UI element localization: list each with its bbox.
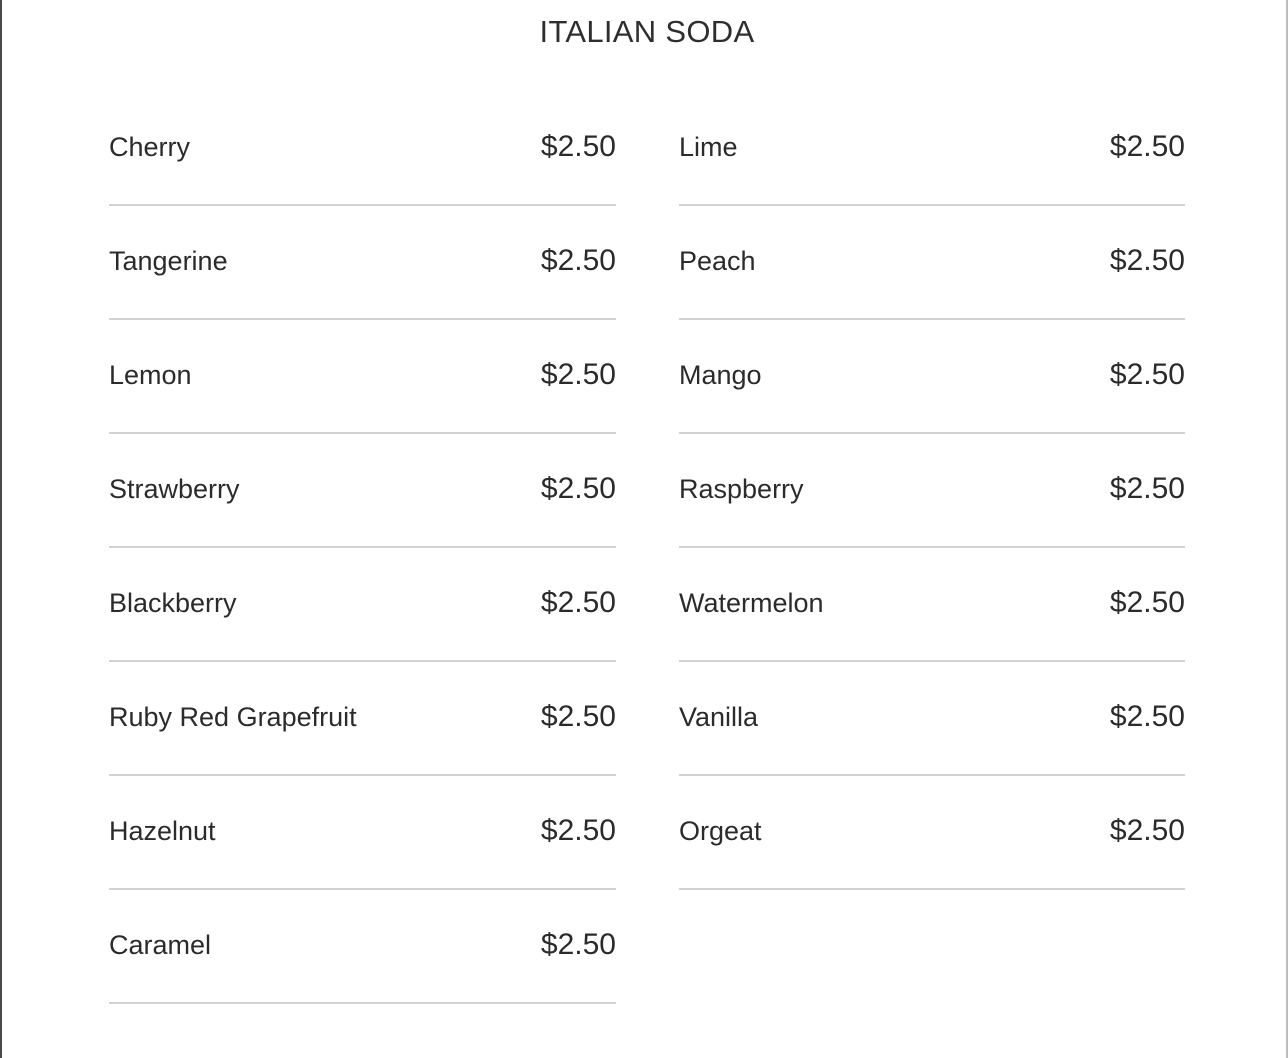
menu-item-price: $2.50 [1109,472,1185,505]
menu-item-price: $2.50 [1109,700,1185,733]
menu-column-left: Cherry $2.50 Tangerine $2.50 Lemon $2.50… [109,92,616,1004]
menu-item-name: Cherry [109,132,191,162]
menu-page: ITALIAN SODA Cherry $2.50 Tangerine $2.5… [0,0,1288,1058]
menu-item-name: Peach [679,246,756,276]
menu-item-name: Orgeat [679,816,762,846]
menu-item-name: Ruby Red Grapefruit [109,702,357,732]
menu-item-price: $2.50 [1109,244,1185,277]
menu-item-name: Blackberry [109,588,237,618]
menu-item-price: $2.50 [540,928,616,961]
menu-item-name: Watermelon [679,588,824,618]
menu-title: ITALIAN SODA [539,14,755,49]
menu-item: Raspberry $2.50 [679,434,1185,548]
menu-item: Ruby Red Grapefruit $2.50 [109,662,616,776]
menu-item-price: $2.50 [540,358,616,391]
menu-item: Caramel $2.50 [109,890,616,1004]
menu-item-name: Caramel [109,930,212,960]
menu-item-price: $2.50 [540,700,616,733]
menu-item: Orgeat $2.50 [679,776,1185,890]
menu-item-price: $2.50 [1109,358,1185,391]
menu-item: Mango $2.50 [679,320,1185,434]
menu-item: Tangerine $2.50 [109,206,616,320]
menu-item: Hazelnut $2.50 [109,776,616,890]
menu-item-name: Lemon [109,360,192,390]
menu-item: Lime $2.50 [679,92,1185,206]
menu-item-price: $2.50 [540,814,616,847]
menu-item-name: Tangerine [109,246,228,276]
menu-item-price: $2.50 [540,472,616,505]
menu-item: Peach $2.50 [679,206,1185,320]
menu-item-name: Lime [679,132,738,162]
menu-item-price: $2.50 [1109,586,1185,619]
menu-item-name: Mango [679,360,762,390]
menu-item-price: $2.50 [540,586,616,619]
menu-item-name: Raspberry [679,474,804,504]
menu-item-name: Strawberry [109,474,240,504]
menu-column-right: Lime $2.50 Peach $2.50 Mango $2.50 Raspb… [679,92,1185,890]
menu-item: Vanilla $2.50 [679,662,1185,776]
menu-item: Lemon $2.50 [109,320,616,434]
menu-item-price: $2.50 [1109,130,1185,163]
menu-item-name: Hazelnut [109,816,216,846]
menu-item-price: $2.50 [540,130,616,163]
menu-item-name: Vanilla [679,702,759,732]
menu-item-price: $2.50 [540,244,616,277]
menu-item: Strawberry $2.50 [109,434,616,548]
menu-item: Cherry $2.50 [109,92,616,206]
menu-item: Watermelon $2.50 [679,548,1185,662]
menu-item: Blackberry $2.50 [109,548,616,662]
menu-item-price: $2.50 [1109,814,1185,847]
